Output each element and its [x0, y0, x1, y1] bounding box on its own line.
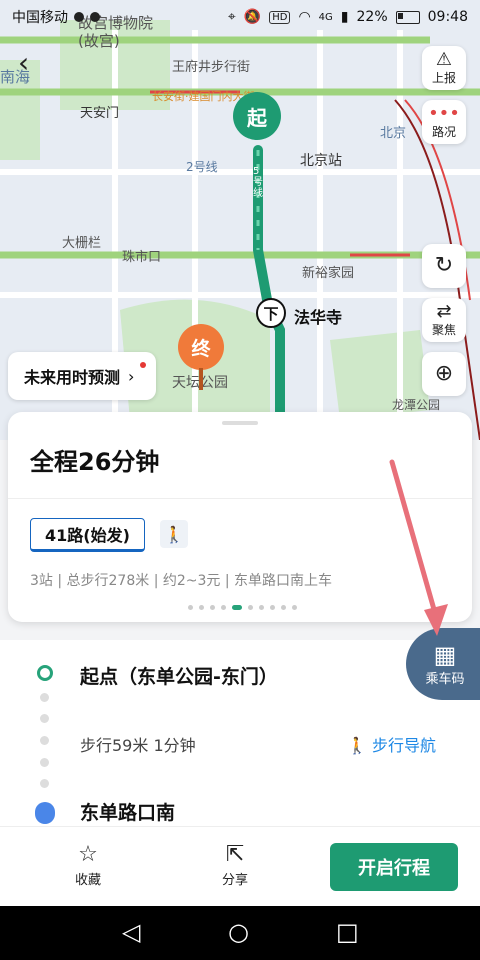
report-button[interactable]: ⚠ 上报 — [422, 46, 466, 90]
end-marker-label: 终 — [191, 337, 211, 360]
location-icon: ⌖ — [227, 9, 236, 25]
new-badge — [140, 362, 147, 368]
focus-label: 聚焦 — [431, 322, 456, 337]
pager-dot[interactable] — [281, 605, 286, 610]
home-nav-icon[interactable]: ○ — [228, 918, 249, 946]
bottom-action-bar: ☆ 收藏 ⇱ 分享 开启行程 — [0, 826, 480, 907]
total-duration: 全程26分钟 — [30, 448, 160, 476]
start-marker-label: 起 — [247, 105, 267, 130]
report-icon: ⚠ — [435, 48, 453, 70]
chevron-right-icon: › — [128, 366, 135, 386]
star-icon: ☆ — [78, 842, 98, 867]
start-point-title[interactable]: 起点（东单公园-东门） — [80, 662, 278, 689]
system-nav-bar: ◁ ○ □ — [0, 906, 480, 960]
pager-dot[interactable] — [292, 605, 297, 610]
pager-dot[interactable] — [210, 605, 215, 610]
end-marker[interactable]: 终 — [178, 324, 224, 370]
wifi-icon: ◠ — [298, 9, 311, 25]
back-nav-icon[interactable]: ◁ — [122, 918, 140, 946]
time-prediction-label: 未来用时预测 — [24, 368, 121, 387]
report-label: 上报 — [431, 70, 456, 85]
step-dot — [40, 758, 49, 767]
pager-dot[interactable] — [259, 605, 264, 610]
share-icon: ⇱ — [225, 842, 245, 867]
end-marker-stem — [199, 368, 203, 390]
traffic-label: 路况 — [431, 124, 456, 139]
step-dot — [40, 736, 49, 745]
pager-dot[interactable] — [199, 605, 204, 610]
locate-button[interactable]: ⊕ — [422, 352, 466, 396]
network-label: 4G — [318, 11, 333, 23]
pager-dot[interactable] — [221, 605, 226, 610]
map-label-beijing: 北京 — [380, 126, 407, 141]
getoff-marker-label: 下 — [263, 304, 279, 323]
walk-segment-text: 步行59米 1分钟 — [80, 736, 196, 755]
qr-code-icon: ▦ — [433, 640, 457, 669]
map-label-dashilan: 大栅栏 — [62, 236, 102, 251]
pager-dot[interactable] — [188, 605, 193, 610]
map-label-fahua: 法华寺 — [294, 308, 343, 327]
carrier-label: 中国移动 — [12, 10, 68, 26]
map-label-beijing-station: 北京站 — [300, 153, 342, 169]
step-dot — [40, 714, 49, 723]
share-button[interactable]: ⇱ 分享 — [205, 841, 265, 888]
clock: 09:48 — [427, 9, 468, 25]
favorite-button[interactable]: ☆ 收藏 — [58, 841, 118, 888]
bus-stop-title[interactable]: 东单路口南 — [80, 798, 175, 825]
map-label-wangfujing: 王府井步行街 — [172, 60, 251, 75]
bus-route-tag[interactable]: 41路(始发) — [30, 518, 145, 552]
mute-icon: 🔕 — [243, 9, 262, 25]
chevron-left-icon: ‹ — [18, 46, 30, 79]
map-label-line5: 5号线 — [253, 166, 263, 199]
map-label-zhushikou: 珠市口 — [122, 250, 162, 265]
refresh-button[interactable]: ↻ — [422, 244, 466, 288]
hd-badge: HD — [269, 10, 291, 24]
battery-icon — [395, 10, 420, 24]
walk-navigation-label: 步行导航 — [371, 736, 436, 755]
walk-icon: 🚶 — [160, 520, 188, 548]
status-bar: 中国移动 ⌖ 🔕 HD ◠ 4G ▮ 22% 09:48 — [0, 0, 480, 34]
route-summary: 3站 | 总步行278米 | 约2~3元 | 东单路口南上车 — [30, 573, 333, 589]
chat-icon — [90, 12, 100, 22]
share-label: 分享 — [221, 873, 248, 888]
signal-icon: ▮ — [340, 9, 349, 25]
pager-dot[interactable] — [270, 605, 275, 610]
focus-icon: ⇄ — [436, 300, 452, 322]
recents-nav-icon[interactable]: □ — [336, 918, 359, 946]
step-dot — [40, 693, 49, 702]
pager-dot-active[interactable] — [232, 605, 242, 610]
map-label-tiananmen: 天安门 — [80, 106, 120, 121]
start-point-icon — [37, 665, 53, 681]
bus-stop-pin-icon — [35, 802, 55, 824]
route-card[interactable]: 全程26分钟 41路(始发) 🚶 3站 | 总步行278米 | 约2~3元 | … — [8, 412, 472, 622]
getoff-marker[interactable]: 下 — [256, 298, 286, 328]
walk-navigation-link[interactable]: 🚶 步行导航 — [347, 732, 436, 756]
pager-dot[interactable] — [248, 605, 253, 610]
start-marker[interactable]: 起 — [233, 92, 281, 140]
start-trip-button[interactable]: 开启行程 — [330, 843, 458, 891]
notification-icon — [74, 12, 84, 22]
time-prediction-button[interactable]: 未来用时预测 › — [8, 352, 157, 400]
drag-handle[interactable] — [222, 421, 258, 425]
divider — [8, 498, 472, 499]
ride-qr-code-button[interactable]: ▦ 乘车码 — [406, 628, 480, 700]
refresh-icon: ↻ — [434, 253, 454, 278]
favorite-label: 收藏 — [74, 873, 101, 888]
back-button[interactable]: ‹ — [18, 46, 29, 79]
route-pager[interactable] — [188, 605, 297, 610]
map-label-xinyu: 新裕家园 — [302, 266, 355, 281]
locate-icon: ⊕ — [434, 361, 454, 386]
ride-qr-code-label: 乘车码 — [425, 671, 465, 687]
map-label-line2: 2号线 — [186, 160, 218, 174]
walk-icon: 🚶 — [346, 736, 367, 755]
focus-button[interactable]: ⇄ 聚焦 — [422, 298, 466, 342]
traffic-icon: ••• — [428, 102, 460, 124]
traffic-button[interactable]: ••• 路况 — [422, 100, 466, 144]
battery-percent: 22% — [356, 9, 388, 25]
step-dot — [40, 779, 49, 788]
